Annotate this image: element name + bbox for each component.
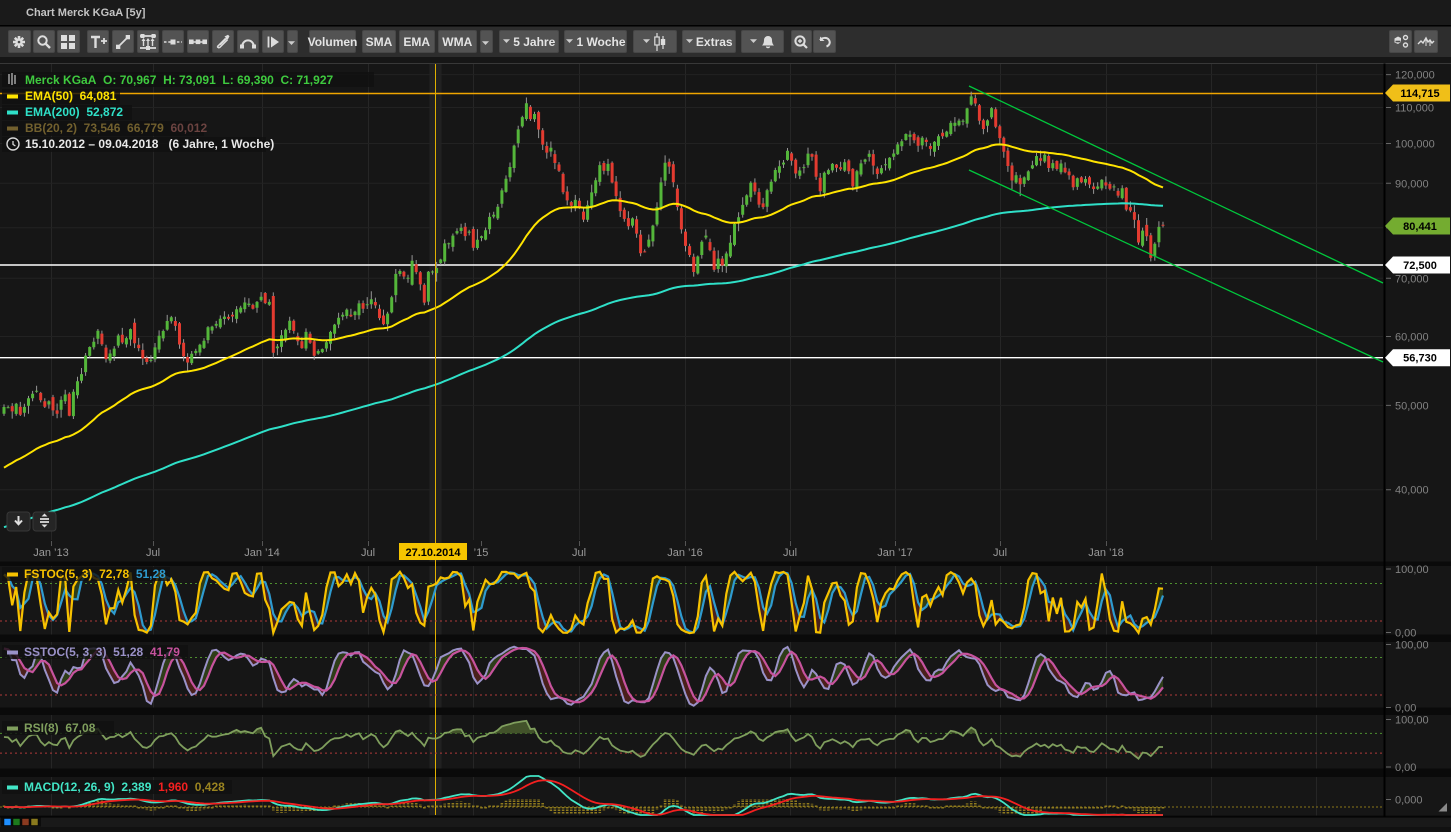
svg-text:’15: ’15 xyxy=(474,547,489,559)
svg-text:50,000: 50,000 xyxy=(1395,400,1429,412)
svg-text:70,000: 70,000 xyxy=(1395,273,1429,285)
svg-text:60,000: 60,000 xyxy=(1395,332,1429,344)
svg-text:80,441: 80,441 xyxy=(1403,221,1437,233)
svg-text:90,000: 90,000 xyxy=(1395,178,1429,190)
svg-text:EMA(200) 52,872: EMA(200) 52,872 xyxy=(25,105,123,119)
svg-text:Jan ’13: Jan ’13 xyxy=(33,547,68,559)
svg-text:114,715: 114,715 xyxy=(1400,88,1439,100)
svg-text:110,000: 110,000 xyxy=(1395,103,1434,115)
svg-text:Jul: Jul xyxy=(146,547,160,559)
svg-text:MACD(12, 26, 9) 2,389 1,960: MACD(12, 26, 9) 2,389 1,960 0,428 xyxy=(24,780,225,794)
svg-text:15.10.2012 – 09.04.2018 (6 J: 15.10.2012 – 09.04.2018 (6 Jahre, 1 Woch… xyxy=(25,137,274,151)
svg-text:Jul: Jul xyxy=(783,547,797,559)
svg-text:EMA(50) 64,081: EMA(50) 64,081 xyxy=(25,89,117,103)
svg-text:0,00: 0,00 xyxy=(1395,628,1416,640)
svg-text:0,000: 0,000 xyxy=(1395,795,1423,807)
svg-text:100,00: 100,00 xyxy=(1395,564,1429,576)
svg-text:Jan ’17: Jan ’17 xyxy=(877,547,912,559)
svg-text:FSTOC(5, 3) 72,78 51,28: FSTOC(5, 3) 72,78 51,28 xyxy=(24,567,166,581)
svg-text:40,000: 40,000 xyxy=(1395,485,1429,497)
svg-text:Jan ’14: Jan ’14 xyxy=(244,547,279,559)
svg-text:RSI(8) 67,08: RSI(8) 67,08 xyxy=(24,721,96,735)
svg-text:Merck KGaA O: 70,967 H: 73,0: Merck KGaA O: 70,967 H: 73,091 L: 69,390… xyxy=(25,73,333,87)
svg-text:Jul: Jul xyxy=(361,547,375,559)
svg-text:120,000: 120,000 xyxy=(1395,70,1435,82)
svg-text:BB(20, 2) 73,546 66,779 60,: BB(20, 2) 73,546 66,779 60,012 xyxy=(25,121,207,135)
svg-text:0,00: 0,00 xyxy=(1395,703,1416,715)
svg-text:100,00: 100,00 xyxy=(1395,640,1429,652)
svg-text:Jul: Jul xyxy=(572,547,586,559)
svg-text:Jan ’18: Jan ’18 xyxy=(1088,547,1123,559)
svg-text:100,00: 100,00 xyxy=(1395,715,1429,727)
svg-text:Jan ’16: Jan ’16 xyxy=(667,547,702,559)
svg-text:Jul: Jul xyxy=(993,547,1007,559)
svg-text:27.10.2014: 27.10.2014 xyxy=(405,547,461,559)
svg-text:100,000: 100,000 xyxy=(1395,139,1435,151)
svg-text:56,730: 56,730 xyxy=(1403,353,1437,365)
svg-text:72,500: 72,500 xyxy=(1403,260,1437,272)
svg-text:0,00: 0,00 xyxy=(1395,762,1416,774)
svg-text:SSTOC(5, 3, 3) 51,28 41,79: SSTOC(5, 3, 3) 51,28 41,79 xyxy=(24,645,180,659)
